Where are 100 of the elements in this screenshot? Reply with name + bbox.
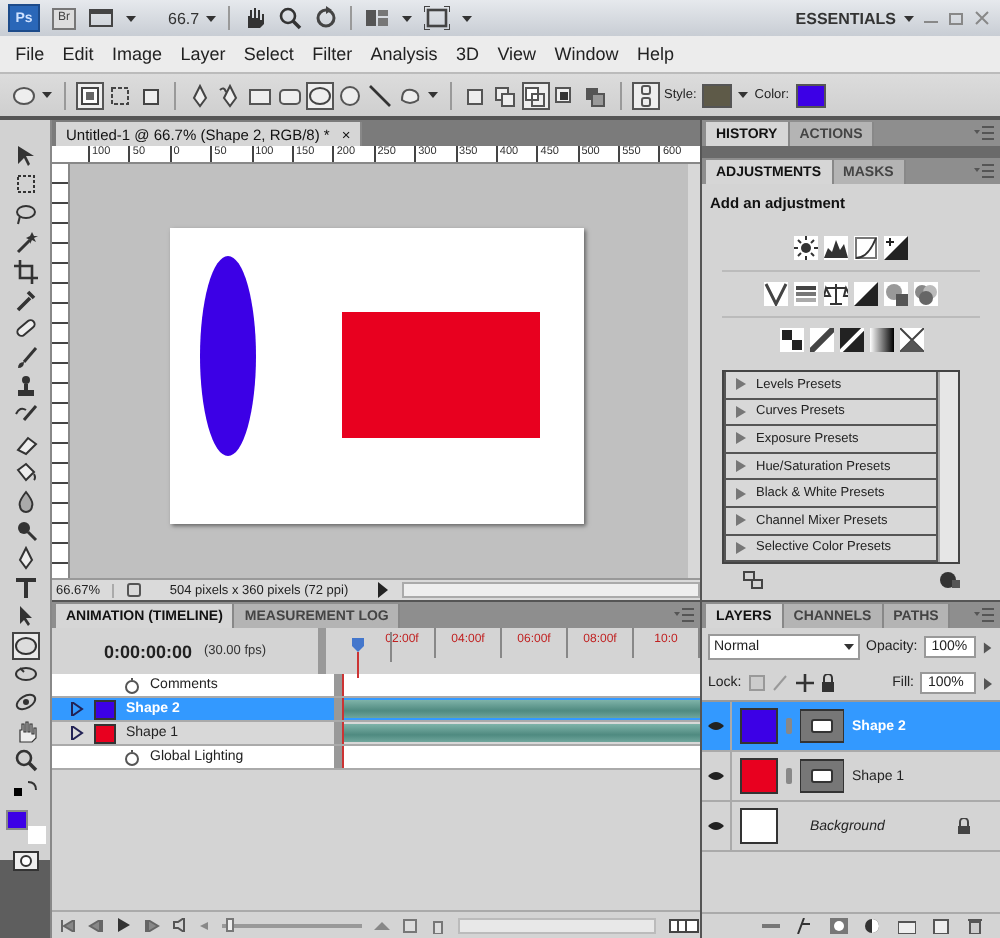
- folder-icon[interactable]: [898, 918, 916, 934]
- move-icon[interactable]: [13, 144, 37, 168]
- levels-icon[interactable]: [824, 236, 848, 260]
- wand-icon[interactable]: [13, 230, 37, 255]
- balance-scale-icon[interactable]: [824, 282, 848, 306]
- next-frame-icon[interactable]: [144, 919, 160, 931]
- brush-icon[interactable]: [13, 345, 37, 370]
- exclude-shape-icon[interactable]: [584, 83, 608, 107]
- rectangle-icon[interactable]: [248, 83, 272, 107]
- adjustment-layer-icon[interactable]: [864, 918, 882, 934]
- zoom-icon[interactable]: [277, 6, 302, 30]
- zoom-slider-thumb[interactable]: [225, 918, 233, 932]
- play-icon[interactable]: [982, 639, 994, 655]
- document-info-icon[interactable]: [126, 582, 142, 598]
- exposure-icon[interactable]: [884, 236, 908, 260]
- trash-icon[interactable]: [966, 918, 984, 934]
- color-swatch[interactable]: [702, 83, 733, 107]
- caret-icon[interactable]: [126, 13, 136, 23]
- curves-icon[interactable]: [854, 236, 878, 260]
- menu-item[interactable]: 3D: [446, 44, 489, 64]
- vertical-scrollbar[interactable]: [688, 164, 700, 578]
- zoom-icon[interactable]: [13, 748, 37, 773]
- vector-mask-icon[interactable]: [800, 758, 844, 794]
- ellipse-preset-icon[interactable]: [12, 83, 36, 107]
- maximize-icon[interactable]: [948, 9, 966, 27]
- zoom-dropdown[interactable]: 66.7: [168, 9, 216, 27]
- eye-icon[interactable]: [708, 820, 724, 832]
- stopwatch-icon[interactable]: [124, 749, 140, 765]
- lock-position-icon[interactable]: [795, 674, 814, 692]
- drop-icon[interactable]: [13, 489, 37, 514]
- stamp-icon[interactable]: [13, 374, 37, 399]
- horizontal-scrollbar[interactable]: [458, 917, 656, 933]
- brightness-icon[interactable]: [794, 236, 818, 260]
- pen-icon[interactable]: [188, 83, 212, 107]
- previous-frame-icon[interactable]: [88, 919, 104, 931]
- eyedropper-icon[interactable]: [13, 287, 37, 312]
- menu-item[interactable]: File: [6, 44, 54, 64]
- menu-item[interactable]: Layer: [171, 44, 235, 64]
- shape-layers-icon[interactable]: [78, 83, 102, 107]
- foreground-color-swatch[interactable]: [5, 809, 27, 830]
- caret-icon[interactable]: [738, 90, 749, 100]
- play-icon[interactable]: [376, 582, 390, 598]
- fill-pixels-icon[interactable]: [138, 83, 162, 107]
- color-swatch[interactable]: [795, 83, 826, 107]
- swap-colors-icon[interactable]: [13, 777, 37, 802]
- subtract-shape-icon[interactable]: [524, 83, 548, 107]
- playhead-icon[interactable]: [350, 638, 366, 678]
- selective-color-icon[interactable]: [899, 328, 923, 352]
- caret-icon[interactable]: [401, 13, 412, 23]
- vertical-scrollbar[interactable]: [938, 372, 958, 563]
- stopwatch-icon[interactable]: [124, 677, 140, 693]
- diagonal-split-icon[interactable]: [854, 282, 878, 306]
- photo-filter-icon[interactable]: [884, 282, 908, 306]
- new-layer-icon[interactable]: [932, 918, 950, 934]
- frames-mode-icon[interactable]: [668, 917, 700, 933]
- menu-item[interactable]: Select: [234, 44, 304, 64]
- crop-icon[interactable]: [13, 259, 37, 284]
- menu-item[interactable]: Edit: [53, 44, 103, 64]
- screen-mode-icon[interactable]: [423, 6, 450, 30]
- arrange-icon[interactable]: [363, 6, 390, 30]
- gradient-map-icon[interactable]: [869, 328, 893, 352]
- custom-shape-icon[interactable]: [398, 83, 422, 107]
- background-color-swatch[interactable]: [27, 825, 45, 844]
- return-icon[interactable]: [742, 570, 764, 591]
- caret-icon[interactable]: [904, 13, 914, 23]
- menu-item[interactable]: Window: [545, 44, 628, 64]
- eye-icon[interactable]: [708, 770, 724, 782]
- quick-mask-icon[interactable]: [11, 848, 39, 875]
- screen-layout-icon[interactable]: [88, 6, 114, 30]
- play-icon[interactable]: [982, 675, 994, 691]
- play-icon[interactable]: [116, 918, 132, 932]
- menu-item[interactable]: Help: [627, 44, 684, 64]
- eye-icon[interactable]: [708, 720, 724, 732]
- vector-mask-icon[interactable]: [800, 708, 844, 744]
- channel-mixer-icon[interactable]: [914, 282, 938, 306]
- eraser-icon[interactable]: [13, 431, 37, 456]
- dodge-icon[interactable]: [13, 518, 37, 543]
- menu-item[interactable]: Analysis: [361, 44, 447, 64]
- caret-icon[interactable]: [42, 90, 52, 100]
- paths-icon[interactable]: [108, 83, 132, 107]
- vibrance-icon[interactable]: [764, 282, 788, 306]
- menu-item[interactable]: Filter: [303, 44, 362, 64]
- type-icon[interactable]: [13, 575, 37, 600]
- rotate-view-icon[interactable]: [313, 6, 338, 30]
- workspace-switcher[interactable]: ESSENTIALS: [795, 9, 896, 27]
- ellipse-tool-icon[interactable]: [13, 633, 37, 658]
- hue-saturation-icon[interactable]: [794, 282, 818, 306]
- link-layers-icon[interactable]: [762, 918, 780, 934]
- invert-icon[interactable]: [779, 328, 803, 352]
- audio-icon[interactable]: [172, 918, 188, 932]
- first-frame-icon[interactable]: [60, 919, 76, 931]
- bandage-icon[interactable]: [13, 316, 37, 341]
- bucket-icon[interactable]: [13, 460, 37, 485]
- lasso-icon[interactable]: [13, 201, 37, 226]
- horizontal-scrollbar[interactable]: [402, 582, 700, 598]
- lock-icon[interactable]: [819, 674, 836, 692]
- close-icon[interactable]: [974, 9, 992, 27]
- new-shape-icon[interactable]: [464, 83, 488, 107]
- add-shape-icon[interactable]: [494, 83, 518, 107]
- orbit-icon[interactable]: [13, 690, 37, 715]
